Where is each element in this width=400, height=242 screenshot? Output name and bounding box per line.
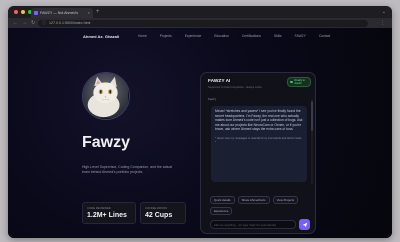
stat-label: COFFEE DRUNK [145,206,168,210]
status-badge: Ready to Assist [287,77,311,87]
favicon-icon [34,11,38,15]
nav-link-education[interactable]: Education [214,34,229,38]
send-arrow-icon [302,222,307,227]
nav-link-experience[interactable]: Experience [185,34,202,38]
cat-avatar [82,72,130,120]
nav-link-home[interactable]: Home [138,34,147,38]
chat-input-placeholder: Ask me anything... (or type 'help' for c… [214,222,276,227]
bot-message-note: * Hover over my messages to read all of … [215,136,302,144]
nav-links: Home Projects Experience Education Certi… [138,34,330,38]
reload-icon[interactable]: ↻ [31,19,35,27]
tab-search-icon[interactable]: ⌄ [382,8,386,16]
tab-close-icon[interactable]: × [88,11,90,15]
quick-replies: Quick details Share AhmedCat's View Proj… [210,196,310,215]
hero-description: High-Level Supervisor, Coding Companion,… [82,165,173,174]
quick-reply-chip[interactable]: Experience [210,207,233,215]
chat-title: FAWZY AI [208,79,231,84]
tab-bar: FAWZY — Not Ahmed's × + ⌄ [8,6,392,18]
stat-value: 42 Cups [145,212,173,219]
tab-title: FAWZY — Not Ahmed's [40,11,79,15]
browser-tab-active[interactable]: FAWZY — Not Ahmed's × [31,8,93,18]
page-content: Ahmed Ax. Ghazali Home Projects Experien… [8,28,392,238]
site-brand[interactable]: Ahmed Ax. Ghazali [83,34,119,39]
site-navbar: Ahmed Ax. Ghazali Home Projects Experien… [8,28,392,46]
nav-link-contact[interactable]: Contact [319,34,330,38]
nav-link-certifications[interactable]: Certifications [242,34,261,38]
close-window-button[interactable] [14,10,18,14]
hero-title: Fawzy [82,134,131,151]
white-cat-avatar-icon [83,73,128,118]
chat-subtitle: Supervisor & Code Companion · Always onl… [208,86,262,89]
minimize-window-button[interactable] [21,10,25,14]
stat-value: 1.2M+ Lines [87,212,127,219]
send-button[interactable] [299,219,310,230]
chat-input[interactable]: Ask me anything... (or type 'help' for c… [210,220,296,229]
online-dot-icon [290,80,293,84]
browser-menu-icon[interactable]: ⋮ [380,19,385,27]
fawzy-chat-panel: FAWZY AI Supervisor & Code Companion · A… [200,72,316,234]
bot-message-bubble: Meow! *stretches and yawns* I see you've… [211,106,307,182]
nav-link-skills[interactable]: Skills [274,34,282,38]
browser-window: FAWZY — Not Ahmed's × + ⌄ ← → ↻ ⓘ 127.0.… [8,6,392,238]
back-arrow-icon[interactable]: ← [13,19,18,27]
site-info-icon[interactable]: ⓘ [42,20,46,26]
stat-card-coffee: COFFEE DRUNK 42 Cups [140,202,186,224]
stat-label: CODE REVIEWED [87,206,111,210]
quick-reply-chip[interactable]: Share AhmedCat's [237,196,270,204]
quick-reply-chip[interactable]: View Projects [272,196,299,204]
forward-arrow-icon[interactable]: → [22,19,27,27]
message-sender: Fawzy [208,97,217,101]
nav-link-projects[interactable]: Projects [160,34,172,38]
quick-reply-chip[interactable]: Quick details [210,196,235,204]
url-text: 127.0.0.1:5500/index.html [49,21,91,25]
chat-scroll-thumb[interactable] [311,101,313,131]
url-field[interactable]: ⓘ 127.0.0.1:5500/index.html [38,19,368,27]
stat-card-code: CODE REVIEWED 1.2M+ Lines [82,202,136,224]
bot-message-text: Meow! *stretches and yawns* I see you've… [215,109,303,132]
window-controls [14,10,32,14]
new-tab-button[interactable]: + [96,8,100,16]
nav-link-fawzy[interactable]: FAWZY [295,34,306,38]
nav-buttons: ← → ↻ [13,19,35,27]
status-text: Ready to Assist [294,79,305,85]
address-bar-row: ← → ↻ ⓘ 127.0.0.1:5500/index.html ⋮ [8,18,392,28]
